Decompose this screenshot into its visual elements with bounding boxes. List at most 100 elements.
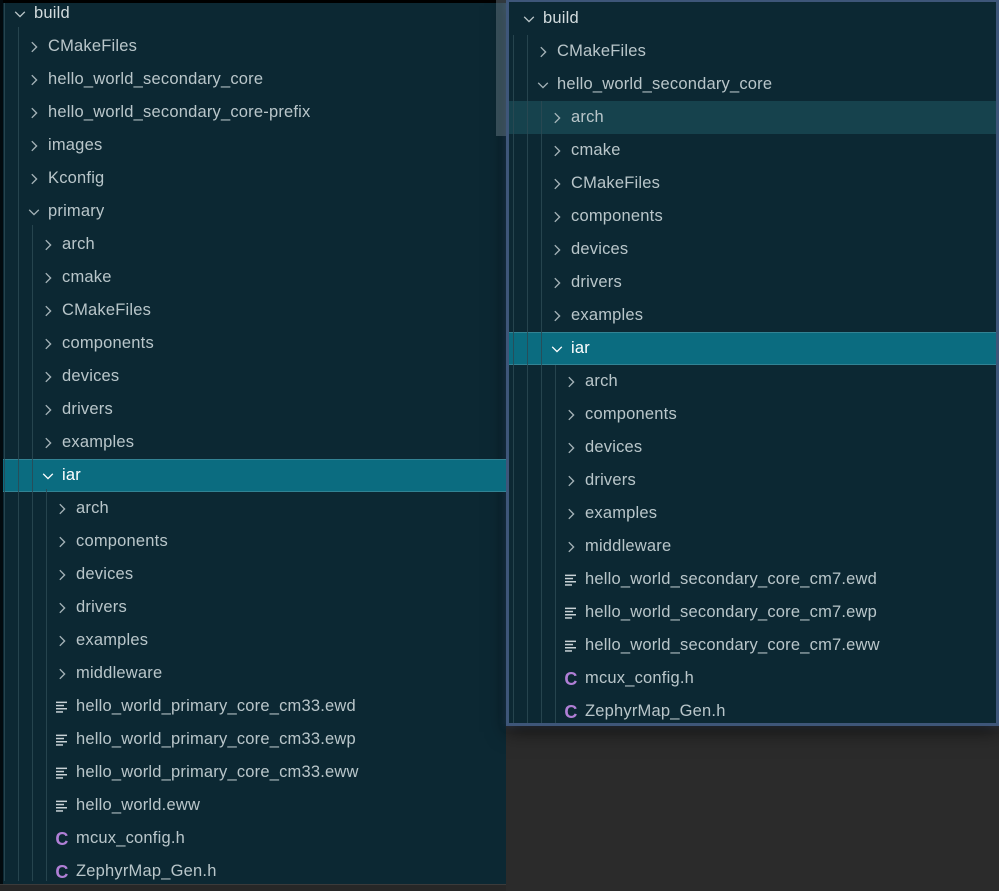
c-header-file-icon: C (54, 864, 70, 880)
folder-row-examples[interactable]: examples (0, 624, 506, 657)
list-file-icon (563, 605, 579, 621)
chevron-right-icon[interactable] (563, 440, 579, 456)
folder-row-drivers[interactable]: drivers (509, 464, 996, 497)
left-panel-left-edge (0, 0, 3, 891)
list-file-icon (54, 765, 70, 781)
chevron-right-icon[interactable] (40, 369, 56, 385)
c-header-file-icon: C (563, 671, 579, 687)
folder-row-arch[interactable]: arch (509, 101, 996, 134)
c-glyph: C (55, 864, 68, 880)
chevron-right-icon[interactable] (535, 44, 551, 60)
chevron-right-icon[interactable] (40, 237, 56, 253)
chevron-down-icon[interactable] (535, 77, 551, 93)
folder-row-components[interactable]: components (0, 327, 506, 360)
folder-row-CMakeFiles[interactable]: CMakeFiles (509, 167, 996, 200)
chevron-right-icon[interactable] (54, 633, 70, 649)
folder-row-hello_world_secondary_core[interactable]: hello_world_secondary_core (509, 68, 996, 101)
folder-row-arch[interactable]: arch (0, 492, 506, 525)
left-panel-bottom-edge (0, 884, 506, 891)
folder-row-middleware[interactable]: middleware (0, 657, 506, 690)
chevron-down-icon[interactable] (26, 204, 42, 220)
c-header-file-icon: C (54, 831, 70, 847)
chevron-down-icon[interactable] (549, 341, 565, 357)
folder-row-examples[interactable]: examples (0, 426, 506, 459)
folder-row-cmake[interactable]: cmake (509, 134, 996, 167)
chevron-right-icon[interactable] (54, 600, 70, 616)
chevron-right-icon[interactable] (549, 275, 565, 291)
folder-row-cmake[interactable]: cmake (0, 261, 506, 294)
folder-row-arch[interactable]: arch (509, 365, 996, 398)
chevron-right-icon[interactable] (563, 539, 579, 555)
folder-row-devices[interactable]: devices (0, 558, 506, 591)
file-row-mcux_config.h[interactable]: C mcux_config.h (0, 822, 506, 855)
chevron-right-icon[interactable] (563, 374, 579, 390)
chevron-right-icon[interactable] (40, 336, 56, 352)
folder-row-middleware[interactable]: middleware (509, 530, 996, 563)
file-row-ZephyrMap_Gen.h[interactable]: C ZephyrMap_Gen.h (509, 695, 996, 726)
chevron-right-icon[interactable] (40, 402, 56, 418)
chevron-right-icon[interactable] (549, 176, 565, 192)
chevron-down-icon[interactable] (521, 11, 537, 27)
folder-row-examples[interactable]: examples (509, 299, 996, 332)
chevron-right-icon[interactable] (40, 435, 56, 451)
chevron-right-icon[interactable] (54, 567, 70, 583)
chevron-right-icon[interactable] (549, 308, 565, 324)
file-row-hello_world_primary_core_cm33.ewp[interactable]: hello_world_primary_core_cm33.ewp (0, 723, 506, 756)
folder-row-drivers[interactable]: drivers (509, 266, 996, 299)
chevron-right-icon[interactable] (26, 39, 42, 55)
folder-row-hello_world_secondary_core-prefix[interactable]: hello_world_secondary_core-prefix (0, 96, 506, 129)
folder-row-images[interactable]: images (0, 129, 506, 162)
left-panel-scrollbar-thumb[interactable] (496, 0, 506, 136)
chevron-right-icon[interactable] (54, 501, 70, 517)
folder-row-iar[interactable]: iar (0, 459, 506, 492)
c-glyph: C (564, 671, 577, 687)
chevron-right-icon[interactable] (563, 506, 579, 522)
folder-row-components[interactable]: components (509, 398, 996, 431)
folder-row-drivers[interactable]: drivers (0, 591, 506, 624)
chevron-right-icon[interactable] (40, 303, 56, 319)
file-row-hello_world_primary_core_cm33.eww[interactable]: hello_world_primary_core_cm33.eww (0, 756, 506, 789)
file-row-hello_world_secondary_core_cm7.ewd[interactable]: hello_world_secondary_core_cm7.ewd (509, 563, 996, 596)
chevron-down-icon[interactable] (12, 6, 28, 22)
chevron-right-icon[interactable] (40, 270, 56, 286)
chevron-right-icon[interactable] (563, 473, 579, 489)
chevron-right-icon[interactable] (26, 105, 42, 121)
chevron-down-icon[interactable] (40, 468, 56, 484)
list-file-icon (54, 798, 70, 814)
file-row-hello_world.eww[interactable]: hello_world.eww (0, 789, 506, 822)
list-file-icon (54, 732, 70, 748)
folder-row-Kconfig[interactable]: Kconfig (0, 162, 506, 195)
folder-row-devices[interactable]: devices (509, 233, 996, 266)
folder-row-devices[interactable]: devices (509, 431, 996, 464)
chevron-right-icon[interactable] (563, 407, 579, 423)
file-row-mcux_config.h[interactable]: C mcux_config.h (509, 662, 996, 695)
chevron-right-icon[interactable] (54, 666, 70, 682)
folder-row-primary[interactable]: primary (0, 195, 506, 228)
chevron-right-icon[interactable] (26, 72, 42, 88)
folder-row-CMakeFiles[interactable]: CMakeFiles (0, 294, 506, 327)
file-row-hello_world_primary_core_cm33.ewd[interactable]: hello_world_primary_core_cm33.ewd (0, 690, 506, 723)
chevron-right-icon[interactable] (549, 110, 565, 126)
file-row-hello_world_secondary_core_cm7.ewp[interactable]: hello_world_secondary_core_cm7.ewp (509, 596, 996, 629)
folder-row-devices[interactable]: devices (0, 360, 506, 393)
folder-row-components[interactable]: components (509, 200, 996, 233)
chevron-right-icon[interactable] (549, 143, 565, 159)
chevron-right-icon[interactable] (549, 242, 565, 258)
folder-row-examples[interactable]: examples (509, 497, 996, 530)
folder-row-components[interactable]: components (0, 525, 506, 558)
file-row-hello_world_secondary_core_cm7.eww[interactable]: hello_world_secondary_core_cm7.eww (509, 629, 996, 662)
chevron-right-icon[interactable] (549, 209, 565, 225)
folder-row-iar[interactable]: iar (509, 332, 996, 365)
folder-row-hello_world_secondary_core[interactable]: hello_world_secondary_core (0, 63, 506, 96)
chevron-right-icon[interactable] (54, 534, 70, 550)
list-file-icon (563, 638, 579, 654)
folder-row-CMakeFiles[interactable]: CMakeFiles (509, 35, 996, 68)
chevron-right-icon[interactable] (26, 171, 42, 187)
folder-row-CMakeFiles[interactable]: CMakeFiles (0, 30, 506, 63)
folder-row-arch[interactable]: arch (0, 228, 506, 261)
chevron-right-icon[interactable] (26, 138, 42, 154)
folder-row-build[interactable]: build (509, 2, 996, 35)
folder-row-build[interactable]: build (0, 0, 506, 30)
c-glyph: C (55, 831, 68, 847)
folder-row-drivers[interactable]: drivers (0, 393, 506, 426)
